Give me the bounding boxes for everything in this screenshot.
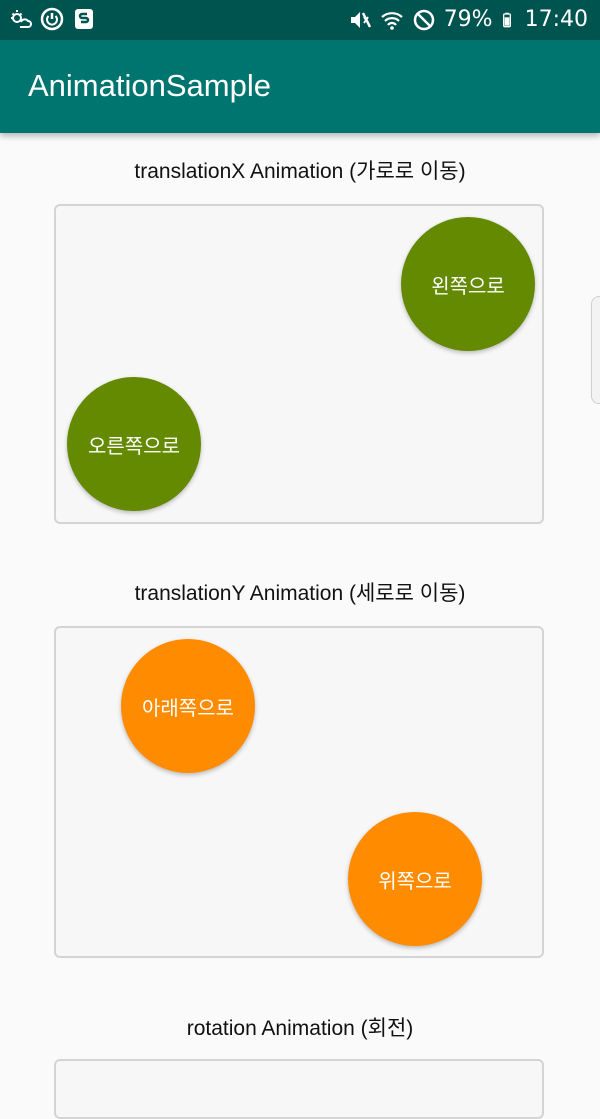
status-bar: 79% 17:40 xyxy=(0,0,600,40)
weather-icon xyxy=(11,10,32,28)
edge-panel-handle[interactable] xyxy=(591,296,600,404)
rotation-section-title: rotation Animation (회전) xyxy=(186,1017,414,1040)
rotation-demo-box xyxy=(54,1059,544,1119)
battery-percent: 79% xyxy=(443,7,493,32)
no-disturb-icon xyxy=(413,9,434,31)
battery-icon xyxy=(502,12,511,28)
wifi-icon xyxy=(380,12,403,30)
power-icon xyxy=(40,7,64,31)
translationy-section-title: translationY Animation (세로로 이동) xyxy=(134,582,466,605)
translationy-demo-box: 아래쪽으로 위쪽으로 xyxy=(54,626,544,958)
translationx-demo-box: 왼쪽으로 오른쪽으로 xyxy=(54,204,544,524)
status-right-icons: 79% 17:40 xyxy=(348,6,588,34)
mute-icon xyxy=(350,12,371,28)
app-title: AnimationSample xyxy=(28,68,271,103)
status-left-icons xyxy=(8,7,96,31)
move-left-button[interactable]: 왼쪽으로 xyxy=(401,217,535,351)
translationx-section-title: translationX Animation (가로로 이동) xyxy=(134,160,466,183)
clock: 17:40 xyxy=(524,7,588,32)
move-right-button[interactable]: 오른쪽으로 xyxy=(67,377,201,511)
app-bar: AnimationSample xyxy=(0,40,600,133)
s-app-icon xyxy=(75,9,93,29)
move-down-button[interactable]: 아래쪽으로 xyxy=(121,639,255,773)
move-up-button[interactable]: 위쪽으로 xyxy=(348,812,482,946)
